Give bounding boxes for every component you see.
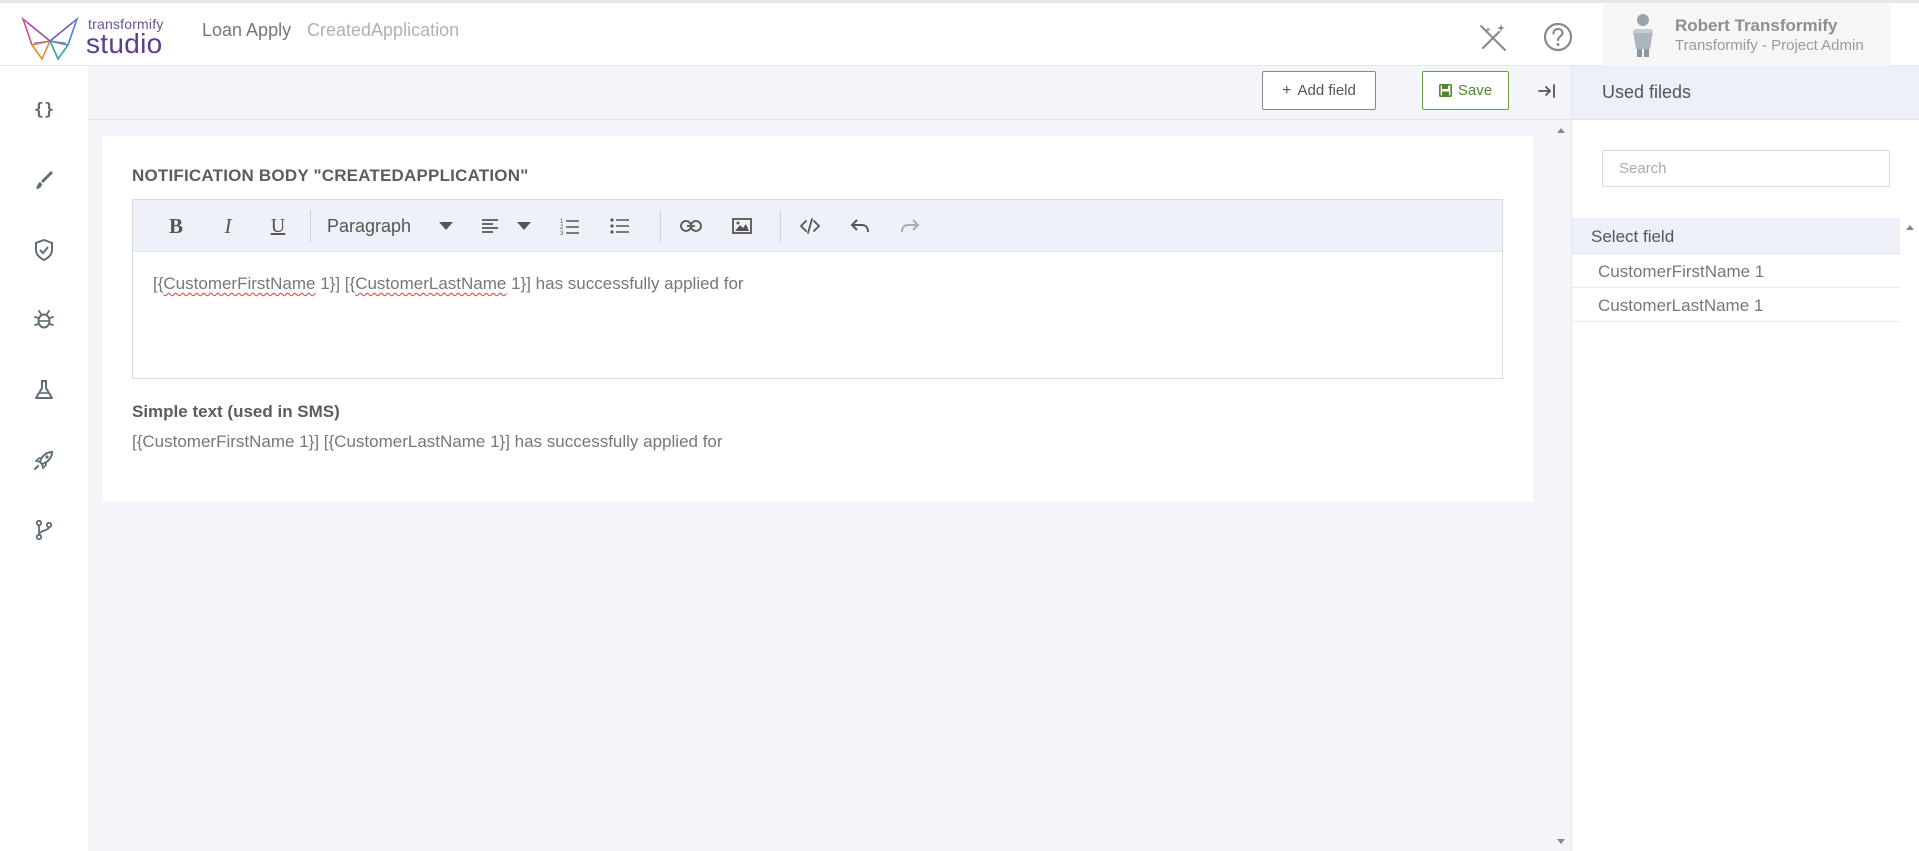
brush-icon[interactable] <box>28 164 60 196</box>
select-field-header: Select field <box>1572 218 1900 254</box>
editor-text: [{ <box>153 274 164 293</box>
underline-icon[interactable]: U <box>265 211 291 241</box>
braces-icon[interactable]: {} <box>28 94 60 126</box>
card-title: NOTIFICATION BODY "CREATEDAPPLICATION" <box>132 166 529 185</box>
save-icon <box>1438 84 1452 97</box>
simple-text-label: Simple text (used in SMS) <box>132 402 340 421</box>
bug-icon[interactable] <box>28 304 60 336</box>
add-field-button[interactable]: + Add field <box>1262 71 1376 110</box>
code-icon[interactable] <box>797 211 823 241</box>
used-fields-panel: Used fileds Select field CustomerFirstNa… <box>1571 66 1919 851</box>
shield-check-icon[interactable] <box>28 234 60 266</box>
link-icon[interactable] <box>678 211 704 241</box>
editor-text: 1}] has successfully applied for <box>506 274 744 293</box>
svg-text:3: 3 <box>560 231 564 235</box>
collapse-panel-icon[interactable] <box>1536 80 1558 102</box>
scroll-up-icon[interactable] <box>1905 223 1915 231</box>
user-menu[interactable]: Robert Transformify Transformify - Proje… <box>1603 3 1891 66</box>
main-area: + Add field Save NOTIFICATION BODY "CREA… <box>88 66 1571 851</box>
paragraph-label: Paragraph <box>327 215 412 236</box>
simple-text-value: [{CustomerFirstName 1}] [{CustomerLastNa… <box>132 432 723 451</box>
butterfly-logo-icon <box>21 16 79 61</box>
list-item[interactable]: CustomerFirstName 1 <box>1572 254 1900 288</box>
search-input[interactable] <box>1602 150 1890 187</box>
user-name: Robert Transformify <box>1675 16 1838 35</box>
left-sidebar: {} <box>0 66 88 851</box>
main-scrollbar[interactable] <box>1551 121 1571 851</box>
editor-field-token: CustomerFirstName <box>163 274 316 293</box>
rocket-icon[interactable] <box>28 444 60 476</box>
logo-big-text: studio <box>86 28 163 59</box>
editor-toolbar: B I U Paragraph 123 <box>133 200 1502 252</box>
editor-text: 1}] [{ <box>315 274 356 293</box>
field-list: Select field CustomerFirstName 1 Custome… <box>1572 218 1900 322</box>
save-button[interactable]: Save <box>1422 71 1509 110</box>
ordered-list-icon[interactable]: 123 <box>557 211 583 241</box>
italic-icon[interactable]: I <box>215 211 241 241</box>
git-branch-icon[interactable] <box>28 514 60 546</box>
panel-header: Used fileds <box>1572 66 1919 120</box>
flask-icon[interactable] <box>28 374 60 406</box>
toolbar-divider <box>780 210 781 242</box>
save-label: Save <box>1457 82 1493 99</box>
studio-logo[interactable]: transformify studio <box>20 13 170 61</box>
editor-content[interactable]: [{CustomerFirstName 1}] [{CustomerLastNa… <box>153 274 744 294</box>
align-left-icon <box>482 219 498 233</box>
braces-glyph: {} <box>33 100 55 120</box>
unordered-list-icon[interactable] <box>607 211 633 241</box>
breadcrumb-loan-apply[interactable]: Loan Apply <box>202 20 291 41</box>
notification-card: NOTIFICATION BODY "CREATEDAPPLICATION" B… <box>102 136 1533 502</box>
toolbar-divider <box>660 210 661 242</box>
toolbar-divider <box>310 210 311 242</box>
rich-text-editor[interactable]: B I U Paragraph 123 [{CustomerFirstName … <box>132 199 1503 379</box>
user-role: Transformify - Project Admin <box>1675 37 1864 54</box>
paragraph-dropdown[interactable]: Paragraph <box>327 211 457 241</box>
plus-icon: + <box>1282 81 1292 99</box>
editor-field-token: CustomerLastName <box>355 274 507 293</box>
image-icon[interactable] <box>729 211 755 241</box>
panel-title: Used fileds <box>1602 82 1692 102</box>
undo-icon[interactable] <box>847 211 873 241</box>
bold-icon[interactable]: B <box>163 211 189 241</box>
align-dropdown[interactable] <box>481 211 537 241</box>
chevron-down-icon <box>517 222 531 230</box>
help-circle-icon[interactable] <box>1542 21 1574 53</box>
breadcrumb-created-application: CreatedApplication <box>307 20 460 40</box>
magic-wand-icon[interactable] <box>1477 21 1509 53</box>
list-item[interactable]: CustomerLastName 1 <box>1572 288 1900 322</box>
top-bar: transformify studio Loan Apply CreatedAp… <box>0 0 1919 66</box>
avatar <box>1633 14 1653 57</box>
add-field-label: Add field <box>1297 82 1356 99</box>
action-toolbar: + Add field Save <box>88 66 1571 120</box>
chevron-down-icon <box>439 222 454 230</box>
redo-icon[interactable] <box>897 211 923 241</box>
